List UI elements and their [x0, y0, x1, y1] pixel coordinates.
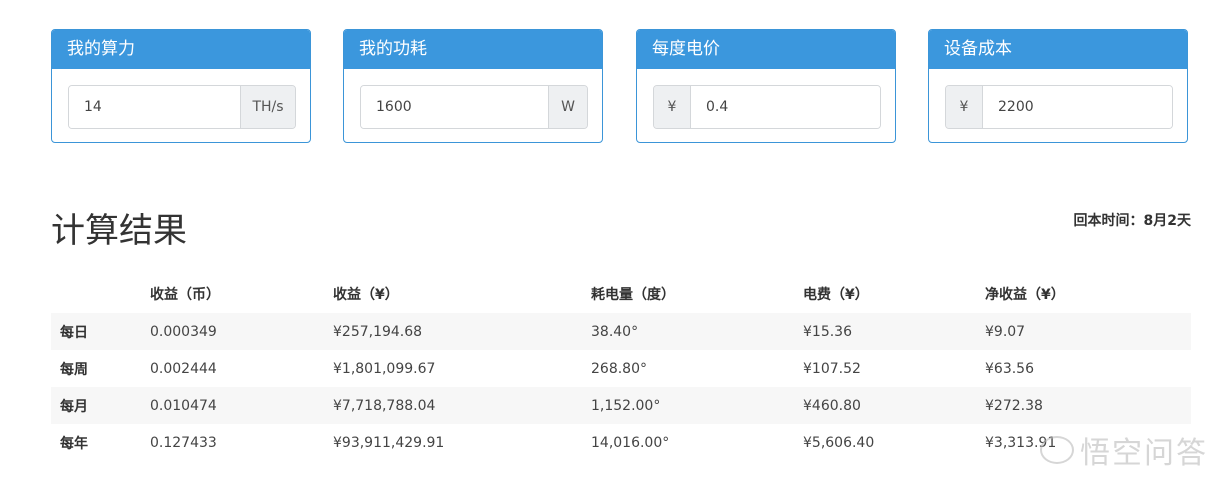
hashrate-panel: 我的算力 TH/s	[51, 29, 311, 143]
electricity-price-panel-title: 每度电价	[637, 30, 895, 69]
cell-net-income: ¥272.38	[985, 387, 1191, 424]
cell-coin-income: 0.000349	[150, 313, 333, 350]
results-table: 收益（币） 收益（¥） 耗电量（度） 电费（¥） 净收益（¥） 每日 0.000…	[51, 275, 1191, 461]
cell-cny-income: ¥7,718,788.04	[333, 387, 591, 424]
cell-cny-income: ¥93,911,429.91	[333, 434, 445, 451]
cell-net-income: ¥9.07	[985, 313, 1191, 350]
results-title: 计算结果	[51, 211, 187, 251]
watermark: 悟空问答	[1040, 428, 1208, 472]
row-label: 每年	[60, 435, 88, 452]
hashrate-panel-title: 我的算力	[52, 30, 310, 69]
row-label: 每日	[51, 313, 150, 350]
cell-power-usage: 14,016.00°	[591, 434, 670, 451]
electricity-price-currency-addon: ¥	[654, 86, 691, 128]
input-panels: 我的算力 TH/s 我的功耗 W 每度电价 ¥ 设备成本 ¥	[51, 29, 1191, 145]
equipment-cost-input[interactable]	[983, 86, 1172, 128]
column-header-electricity-fee: 电费（¥）	[803, 287, 869, 303]
cell-power-usage: 268.80°	[591, 360, 647, 377]
column-header-coin-income: 收益（币）	[150, 287, 220, 303]
cell-coin-income: 0.010474	[150, 387, 333, 424]
row-label: 每周	[60, 361, 88, 378]
column-header-cny-income: 收益（¥）	[333, 287, 399, 303]
hashrate-input[interactable]	[69, 86, 240, 128]
column-header-period	[51, 275, 150, 313]
cell-coin-income: 0.002444	[150, 360, 217, 377]
power-input-group: W	[360, 85, 588, 129]
table-row: 每年 0.127433 ¥93,911,429.91 14,016.00° ¥5…	[51, 424, 1191, 461]
cell-power-usage: 38.40°	[591, 313, 803, 350]
cell-net-income: ¥63.56	[985, 360, 1034, 377]
electricity-price-input-group: ¥	[653, 85, 881, 129]
cell-cny-income: ¥1,801,099.67	[333, 360, 436, 377]
payback-time: 回本时间：8月2天	[1073, 213, 1191, 229]
hashrate-input-group: TH/s	[68, 85, 296, 129]
speech-bubble-icon	[1040, 436, 1074, 464]
electricity-price-input[interactable]	[691, 86, 880, 128]
equipment-cost-panel: 设备成本 ¥	[928, 29, 1188, 143]
table-row: 每周 0.002444 ¥1,801,099.67 268.80° ¥107.5…	[51, 350, 1191, 387]
cell-coin-income: 0.127433	[150, 434, 217, 451]
equipment-cost-currency-addon: ¥	[946, 86, 983, 128]
column-header-power-usage: 耗电量（度）	[591, 287, 675, 303]
power-panel: 我的功耗 W	[343, 29, 603, 143]
watermark-text: 悟空问答	[1080, 436, 1208, 471]
row-label: 每月	[51, 387, 150, 424]
cell-electricity-fee: ¥460.80	[803, 387, 985, 424]
cell-electricity-fee: ¥107.52	[803, 360, 861, 377]
cell-power-usage: 1,152.00°	[591, 387, 803, 424]
power-panel-title: 我的功耗	[344, 30, 602, 69]
electricity-price-panel: 每度电价 ¥	[636, 29, 896, 143]
cell-cny-income: ¥257,194.68	[333, 313, 591, 350]
equipment-cost-input-group: ¥	[945, 85, 1173, 129]
equipment-cost-panel-title: 设备成本	[929, 30, 1187, 69]
column-header-net-income: 净收益（¥）	[985, 287, 1065, 303]
table-row: 每日 0.000349 ¥257,194.68 38.40° ¥15.36 ¥9…	[51, 313, 1191, 350]
table-row: 每月 0.010474 ¥7,718,788.04 1,152.00° ¥460…	[51, 387, 1191, 424]
cell-electricity-fee: ¥5,606.40	[803, 434, 875, 451]
power-input[interactable]	[361, 86, 548, 128]
power-unit-addon: W	[548, 86, 587, 128]
table-header-row: 收益（币） 收益（¥） 耗电量（度） 电费（¥） 净收益（¥）	[51, 275, 1191, 313]
cell-electricity-fee: ¥15.36	[803, 313, 985, 350]
hashrate-unit-addon: TH/s	[240, 86, 295, 128]
